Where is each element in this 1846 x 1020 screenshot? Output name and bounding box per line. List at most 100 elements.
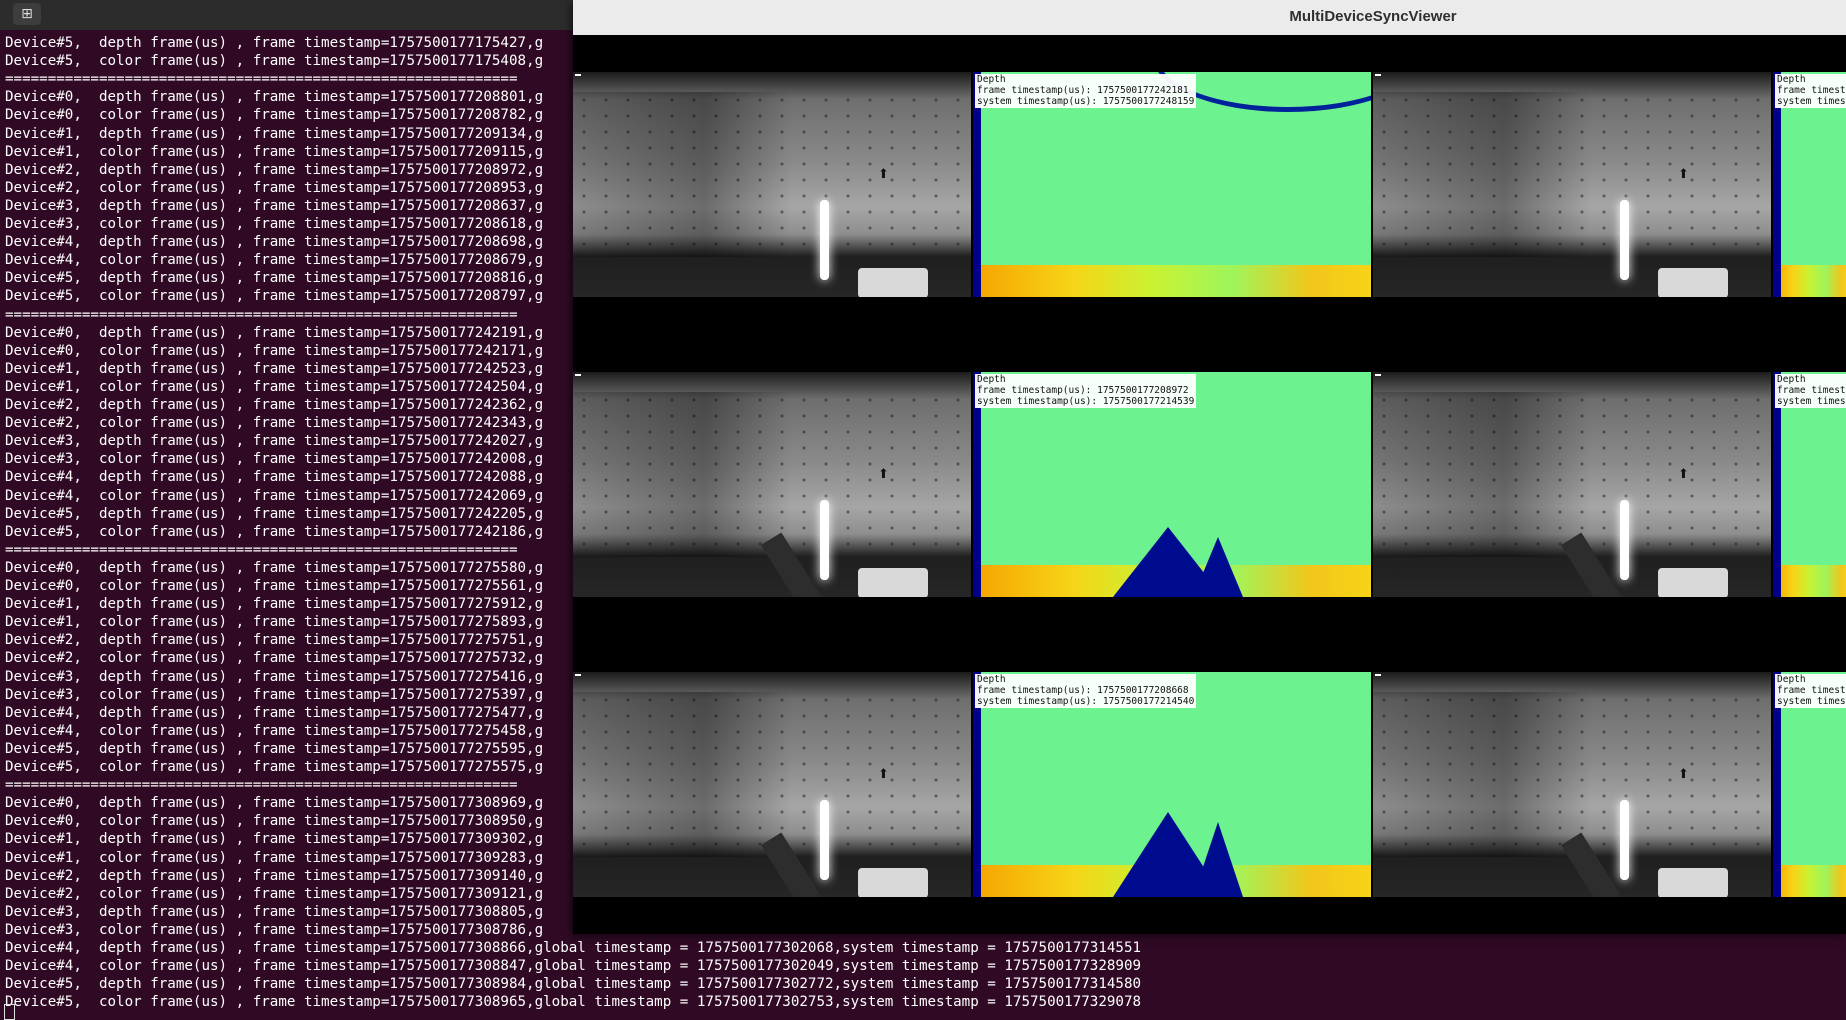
color-frame: ⬆ [573,72,971,297]
pipe-object [1560,832,1630,897]
log-line: Device#1, depth frame(us) , frame timest… [5,831,544,848]
separator-line: ========================================… [5,306,518,323]
log-line: Device#2, color frame(us) , frame timest… [5,179,544,196]
depth-frame: Depth frame timestamp(us): 17575001772086… [973,672,1371,897]
log-line: Device#1, depth frame(us) , frame timest… [5,596,544,613]
arrow-sign-icon: ⬆ [1678,167,1689,182]
log-line: Device#1, depth frame(us) , frame timest… [5,360,544,377]
log-line: Device#3, color frame(us) , frame timest… [5,686,544,703]
log-line: Device#3, color frame(us) , frame timest… [5,216,544,232]
arrow-sign-icon: ⬆ [878,767,889,782]
depth-frame: Depth frame timestamp(us): 17575001772421… [973,72,1371,297]
white-device [1658,268,1728,297]
light-tube [1620,200,1629,280]
log-line: Device#3, color frame(us) , frame timest… [5,451,544,468]
depth-frame: Depthframe timestamsystem timesta [1773,672,1846,897]
depth-foreground-band [1773,565,1846,597]
overlay-text: system timestamp(us): 1757500177248159 [977,96,1195,107]
color-frame: ⬆ [573,372,971,597]
log-line: Device#0, depth frame(us) , frame timest… [5,795,544,812]
log-line: Device#0, depth frame(us) , frame timest… [5,89,544,106]
arrow-sign-icon: ⬆ [878,467,889,482]
log-line: Device#3, depth frame(us) , frame timest… [5,668,544,685]
depth-timestamp-overlay: Depth frame timestamp(us): 17575001772089… [975,374,1197,408]
pipe-object [1560,532,1630,597]
viewer-window[interactable]: MultiDeviceSyncViewer ⬆ Depth frame timest… [573,0,1846,934]
overlay-text: Depth [1777,374,1806,385]
window-title: MultiDeviceSyncViewer [1289,8,1457,25]
log-line: Device#0, depth frame(us) , frame timest… [5,324,544,341]
log-line: Device#2, color frame(us) , frame timest… [5,415,544,432]
light-tube [820,200,829,280]
overlay-text: frame timestam [1777,685,1846,696]
overlay-text: system timesta [1777,696,1846,707]
white-device [858,868,928,897]
color-frame: ⬆ [1373,672,1771,897]
log-line: Device#4, color frame(us) , frame timest… [5,487,544,504]
log-line: Device#5, color frame(us) , frame timest… [5,759,544,775]
depth-frame: Depth frame timestamp(us): 17575001772089… [973,372,1371,597]
overlay-text: Depth [977,374,1006,385]
viewer-titlebar[interactable]: MultiDeviceSyncViewer [573,0,1846,35]
log-line: Device#0, color frame(us) , frame timest… [5,578,544,594]
color-timestamp-overlay [575,374,581,376]
log-line: Device#1, color frame(us) , frame timest… [5,849,544,866]
log-line: Device#2, color frame(us) , frame timest… [5,885,544,902]
log-line: Device#3, depth frame(us) , frame timest… [5,903,544,920]
overlay-text: frame timestam [1777,385,1846,396]
depth-foreground-band [973,265,1371,297]
color-timestamp-overlay [575,74,581,76]
depth-timestamp-overlay: Depth frame timestamp(us): 17575001772421… [975,74,1197,108]
overlay-text: frame timestam [1777,85,1846,96]
overlay-text: Depth [977,74,1006,85]
pipe-object [760,532,830,597]
color-timestamp-overlay [575,674,581,676]
log-line: Device#5, depth frame(us) , frame timest… [5,976,1142,993]
white-device [1658,868,1728,897]
log-line: Device#5, depth frame(us) , frame timest… [5,35,544,51]
log-line: Device#2, depth frame(us) , frame timest… [5,632,544,649]
overlay-text: Depth [1777,74,1806,85]
log-line: Device#4, depth frame(us) , frame timest… [5,940,1142,956]
log-line: Device#5, color frame(us) , frame timest… [5,523,544,540]
depth-timestamp-overlay: Depth frame timestamp(us): 17575001772086… [975,674,1197,708]
log-line: Device#0, color frame(us) , frame timest… [5,342,544,359]
new-tab-icon[interactable]: ⊞ [13,3,41,25]
depth-timestamp-overlay: Depthframe timestamsystem timesta [1775,374,1846,408]
separator-line: ========================================… [5,541,518,558]
log-line: Device#5, color frame(us) , frame timest… [5,994,1142,1011]
separator-line: ========================================… [5,71,518,88]
light-tube [820,500,829,580]
log-line: Device#5, depth frame(us) , frame timest… [5,270,544,287]
log-line: Device#4, depth frame(us) , frame timest… [5,469,544,486]
log-line: Device#2, color frame(us) , frame timest… [5,650,544,667]
log-line: Device#4, color frame(us) , frame timest… [5,958,1142,975]
depth-foreground-band [1773,265,1846,297]
color-timestamp-overlay [1375,74,1381,76]
depth-foreground-band [1773,865,1846,897]
color-frame: ⬆ [1373,372,1771,597]
log-line: Device#4, color frame(us) , frame timest… [5,722,544,739]
overlay-text: Depth [1777,674,1806,685]
log-line: Device#5, depth frame(us) , frame timest… [5,505,544,522]
depth-timestamp-overlay: Depthframe timestamsystem timesta [1775,74,1846,108]
color-timestamp-overlay [1375,374,1381,376]
arrow-sign-icon: ⬆ [1678,767,1689,782]
overlay-text: frame timestamp(us): 1757500177242181 [977,85,1189,96]
color-frame: ⬆ [1373,72,1771,297]
log-line: Device#4, depth frame(us) , frame timest… [5,704,544,721]
white-device [858,568,928,597]
terminal-cursor [4,1004,15,1020]
overlay-text: Depth [977,674,1006,685]
light-tube [1620,500,1629,580]
pipe-object [760,832,830,897]
overlay-text: system timesta [1777,396,1846,407]
depth-frame: Depthframe timestamsystem timesta [1773,372,1846,597]
log-line: Device#0, color frame(us) , frame timest… [5,813,544,830]
arrow-sign-icon: ⬆ [878,167,889,182]
log-line: Device#1, color frame(us) , frame timest… [5,143,544,160]
overlay-text: system timesta [1777,96,1846,107]
depth-frame: Depthframe timestamsystem timesta [1773,72,1846,297]
overlay-text: frame timestamp(us): 1757500177208668 [977,685,1189,696]
depth-shadow-region [1193,822,1243,897]
